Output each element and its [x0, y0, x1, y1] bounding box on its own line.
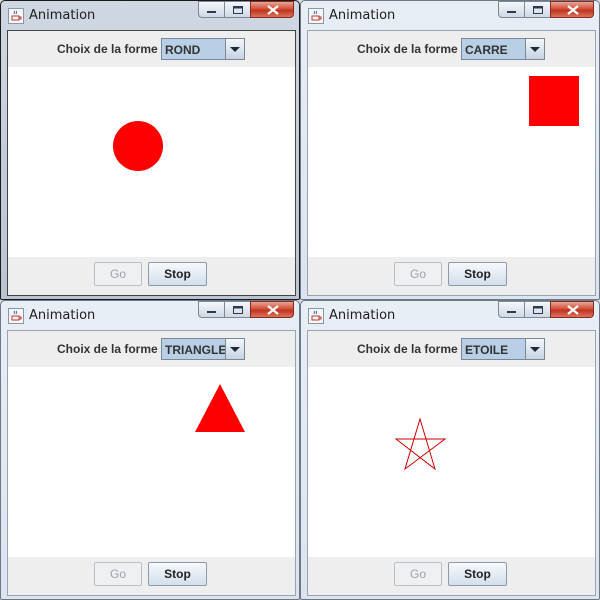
star-shape: [394, 417, 447, 471]
shape-select-value: ROND: [165, 43, 201, 57]
java-app-icon: [308, 308, 324, 324]
maximize-button[interactable]: [224, 1, 250, 18]
java-app-icon: [8, 8, 24, 24]
close-button[interactable]: [550, 1, 594, 18]
shape-select-value: TRIANGLE: [165, 343, 227, 357]
window-title: Animation: [29, 8, 96, 23]
animation-canvas: [308, 67, 595, 257]
minimize-icon: [507, 311, 516, 313]
animation-window-carre: Animation Choix de la forme CARRE Go Sto…: [300, 0, 600, 300]
minimize-icon: [207, 11, 216, 13]
java-app-icon: [308, 8, 324, 24]
dropdown-arrow-button[interactable]: [525, 339, 544, 359]
button-bar: Go Stop: [308, 257, 595, 295]
maximize-icon: [233, 6, 243, 14]
shape-choice-label: Choix de la forme: [357, 42, 458, 56]
animation-canvas: [8, 367, 295, 557]
maximize-icon: [533, 6, 543, 14]
button-bar: Go Stop: [8, 257, 295, 295]
shape-choice-label: Choix de la forme: [57, 42, 158, 56]
chevron-down-icon: [230, 47, 240, 52]
animation-window-etoile: Animation Choix de la forme ETOILE Go St…: [300, 300, 600, 600]
go-button[interactable]: Go: [94, 262, 142, 286]
shape-select[interactable]: ROND: [161, 38, 245, 60]
button-bar: Go Stop: [308, 557, 595, 595]
animation-window-rond: Animation Choix de la forme ROND Go Stop: [0, 0, 300, 300]
minimize-button[interactable]: [198, 301, 224, 318]
window-controls: [198, 1, 294, 19]
content-panel: Choix de la forme TRIANGLE Go Stop: [7, 330, 296, 596]
maximize-button[interactable]: [224, 301, 250, 318]
window-controls: [198, 301, 294, 319]
window-title: Animation: [329, 308, 396, 323]
go-button[interactable]: Go: [394, 562, 442, 586]
button-bar: Go Stop: [8, 557, 295, 595]
content-panel: Choix de la forme ROND Go Stop: [7, 30, 296, 296]
title-bar[interactable]: Animation: [301, 1, 599, 29]
shape-select[interactable]: ETOILE: [461, 338, 545, 360]
dropdown-arrow-button[interactable]: [225, 339, 244, 359]
chevron-down-icon: [230, 347, 240, 352]
shape-layer: [113, 121, 163, 171]
shape-choice-label: Choix de la forme: [57, 342, 158, 356]
content-panel: Choix de la forme CARRE Go Stop: [307, 30, 596, 296]
go-button[interactable]: Go: [394, 262, 442, 286]
stop-button[interactable]: Stop: [148, 262, 207, 286]
window-controls: [498, 301, 594, 319]
stop-button[interactable]: Stop: [448, 262, 507, 286]
maximize-icon: [233, 306, 243, 314]
window-title: Animation: [29, 308, 96, 323]
shape-select[interactable]: CARRE: [461, 38, 545, 60]
shape-select-value: CARRE: [465, 43, 508, 57]
minimize-button[interactable]: [498, 1, 524, 18]
minimize-button[interactable]: [498, 301, 524, 318]
shape-toolbar: Choix de la forme TRIANGLE: [8, 331, 295, 367]
animation-canvas: [8, 67, 295, 257]
close-icon: [267, 305, 279, 315]
go-button[interactable]: Go: [94, 562, 142, 586]
maximize-button[interactable]: [524, 301, 550, 318]
content-panel: Choix de la forme ETOILE Go Stop: [307, 330, 596, 596]
title-bar[interactable]: Animation: [1, 1, 299, 29]
minimize-icon: [507, 11, 516, 13]
shape-toolbar: Choix de la forme ROND: [8, 31, 295, 67]
maximize-icon: [533, 306, 543, 314]
shape-select-value: ETOILE: [465, 343, 509, 357]
chevron-down-icon: [530, 347, 540, 352]
minimize-button[interactable]: [198, 1, 224, 18]
close-icon: [267, 5, 279, 15]
circle-shape: [113, 121, 163, 171]
shape-layer: [195, 384, 245, 432]
shape-toolbar: Choix de la forme ETOILE: [308, 331, 595, 367]
stop-button[interactable]: Stop: [448, 562, 507, 586]
maximize-button[interactable]: [524, 1, 550, 18]
minimize-icon: [207, 311, 216, 313]
title-bar[interactable]: Animation: [301, 301, 599, 329]
java-app-icon: [8, 308, 24, 324]
shape-layer: [529, 76, 579, 126]
window-title: Animation: [329, 8, 396, 23]
animation-window-triangle: Animation Choix de la forme TRIANGLE Go …: [0, 300, 300, 600]
close-button[interactable]: [550, 301, 594, 318]
dropdown-arrow-button[interactable]: [525, 39, 544, 59]
close-icon: [567, 305, 579, 315]
title-bar[interactable]: Animation: [1, 301, 299, 329]
square-shape: [529, 76, 579, 126]
close-button[interactable]: [250, 1, 294, 18]
shape-toolbar: Choix de la forme CARRE: [308, 31, 595, 67]
chevron-down-icon: [530, 47, 540, 52]
shape-layer: [394, 417, 447, 471]
triangle-shape: [195, 384, 245, 432]
close-button[interactable]: [250, 301, 294, 318]
shape-choice-label: Choix de la forme: [357, 342, 458, 356]
stop-button[interactable]: Stop: [148, 562, 207, 586]
animation-canvas: [308, 367, 595, 557]
dropdown-arrow-button[interactable]: [225, 39, 244, 59]
close-icon: [567, 5, 579, 15]
shape-select[interactable]: TRIANGLE: [161, 338, 245, 360]
window-controls: [498, 1, 594, 19]
